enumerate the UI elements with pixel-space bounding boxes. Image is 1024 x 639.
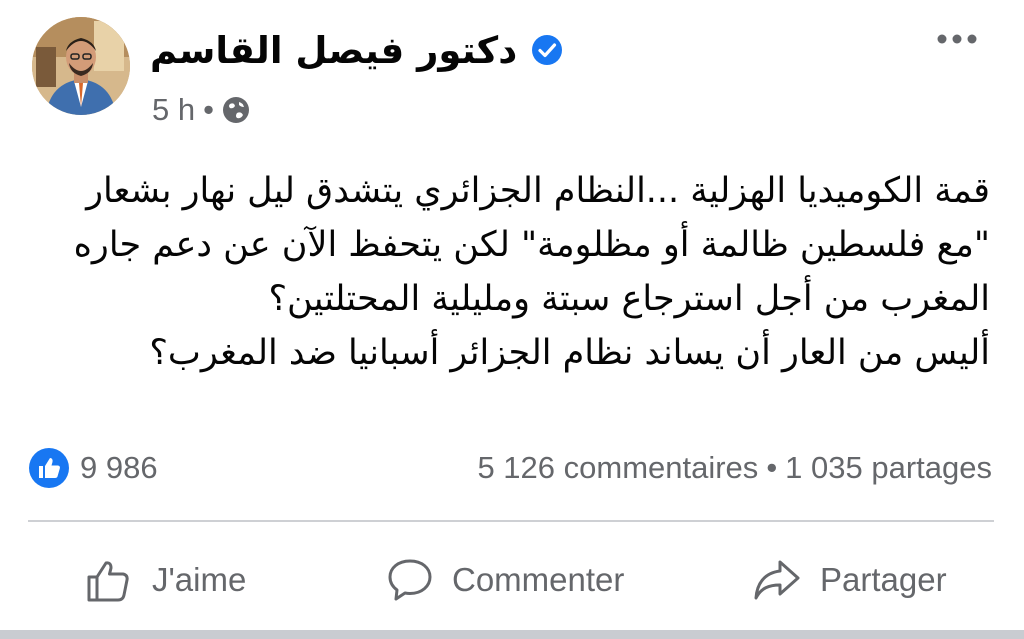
post-actions: J'aime Commenter Partager [0,548,1024,612]
more-options-icon[interactable] [934,28,980,50]
like-reaction-icon [29,448,69,488]
avatar[interactable] [32,17,130,115]
meta-separator: • [203,92,214,127]
post-text-line: أليس من العار أن يساند نظام الجزائر أسبا… [149,333,990,373]
post-meta: 5 h • [152,88,250,132]
like-label: J'aime [152,561,247,598]
comments-count[interactable]: 5 126 commentaires [477,450,758,486]
share-button[interactable]: Partager [752,548,947,612]
comment-button[interactable]: Commenter [386,548,624,612]
comment-label: Commenter [452,561,625,598]
comment-icon [388,559,432,601]
author-row: دكتور فيصل القاسم [150,22,563,78]
like-button[interactable]: J'aime [84,548,246,612]
post-time[interactable]: 5 h [152,92,195,128]
verified-badge-icon [532,35,563,65]
stats-separator: • [766,450,778,485]
divider [28,520,994,522]
post-text: قمة الكوميديا الهزلية ...النظام الجزائري… [30,164,990,380]
avatar-image [32,17,130,115]
engagement-stats: 5 126 commentaires • 1 035 partages [477,442,992,494]
bottom-separator [0,630,1024,639]
share-arrow-icon [754,560,800,600]
author-name[interactable]: دكتور فيصل القاسم [150,29,517,72]
post-text-line: المغرب من أجل استرجاع سبتة ومليلية المحت… [268,279,990,319]
reaction-count: 9 986 [80,450,158,485]
globe-icon[interactable] [222,96,250,124]
post-text-line: قمة الكوميديا الهزلية ...النظام الجزائري… [86,171,990,211]
post-text-line: "مع فلسطين ظالمة أو مظلومة" لكن يتحفظ ال… [73,225,990,265]
shares-count[interactable]: 1 035 partages [785,450,992,486]
share-label: Partager [820,561,947,598]
thumbs-up-icon [87,561,129,602]
reactions-row: 9 986 5 126 commentaires • 1 035 partage… [28,442,992,494]
reaction-summary[interactable]: 9 986 [28,442,158,494]
facebook-post: دكتور فيصل القاسم 5 h • قمة الكوميديا ال… [0,0,1024,639]
